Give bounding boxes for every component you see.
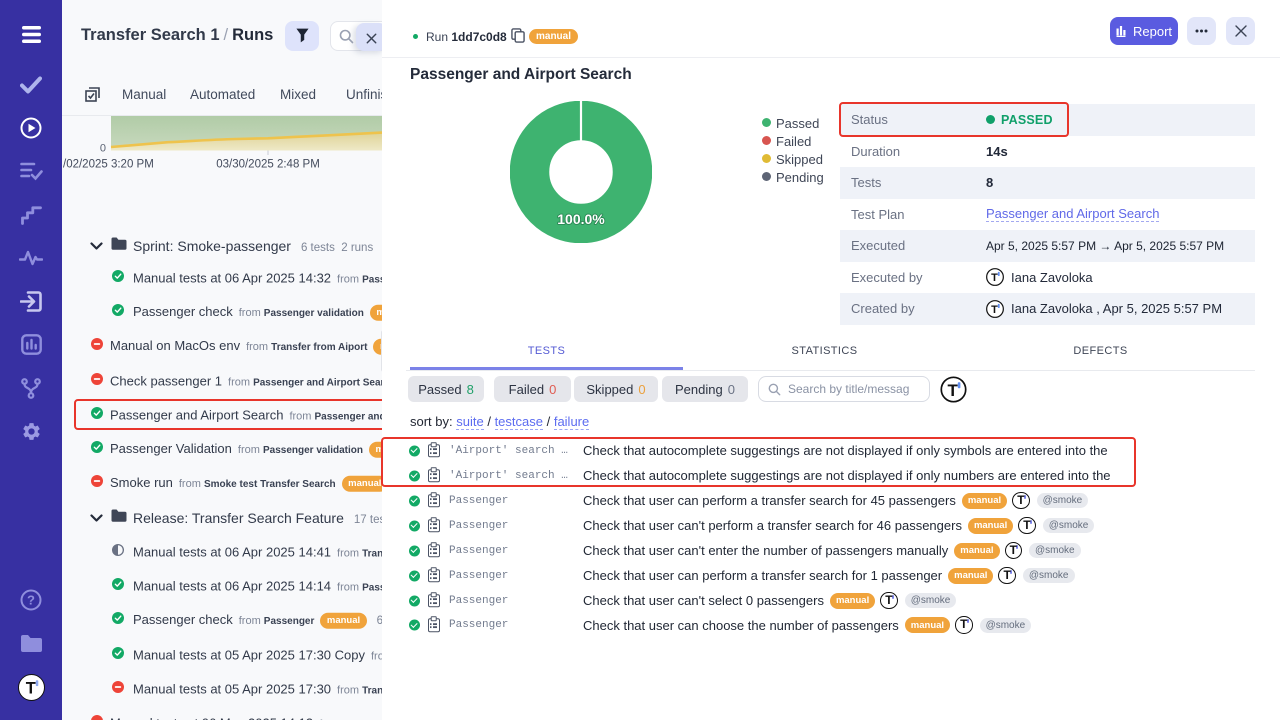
svg-text:T: T — [25, 680, 35, 698]
svg-text:/02/2025 3:20 PM: /02/2025 3:20 PM — [63, 159, 154, 171]
svg-text:100.0%: 100.0% — [557, 211, 605, 227]
svg-text:0: 0 — [100, 143, 106, 155]
svg-text:?: ? — [27, 593, 35, 608]
svg-text:T: T — [991, 304, 998, 316]
svg-text:03/30/2025 2:48 PM: 03/30/2025 2:48 PM — [216, 159, 320, 171]
svg-text:T: T — [948, 381, 959, 400]
svg-text:T: T — [991, 272, 998, 284]
